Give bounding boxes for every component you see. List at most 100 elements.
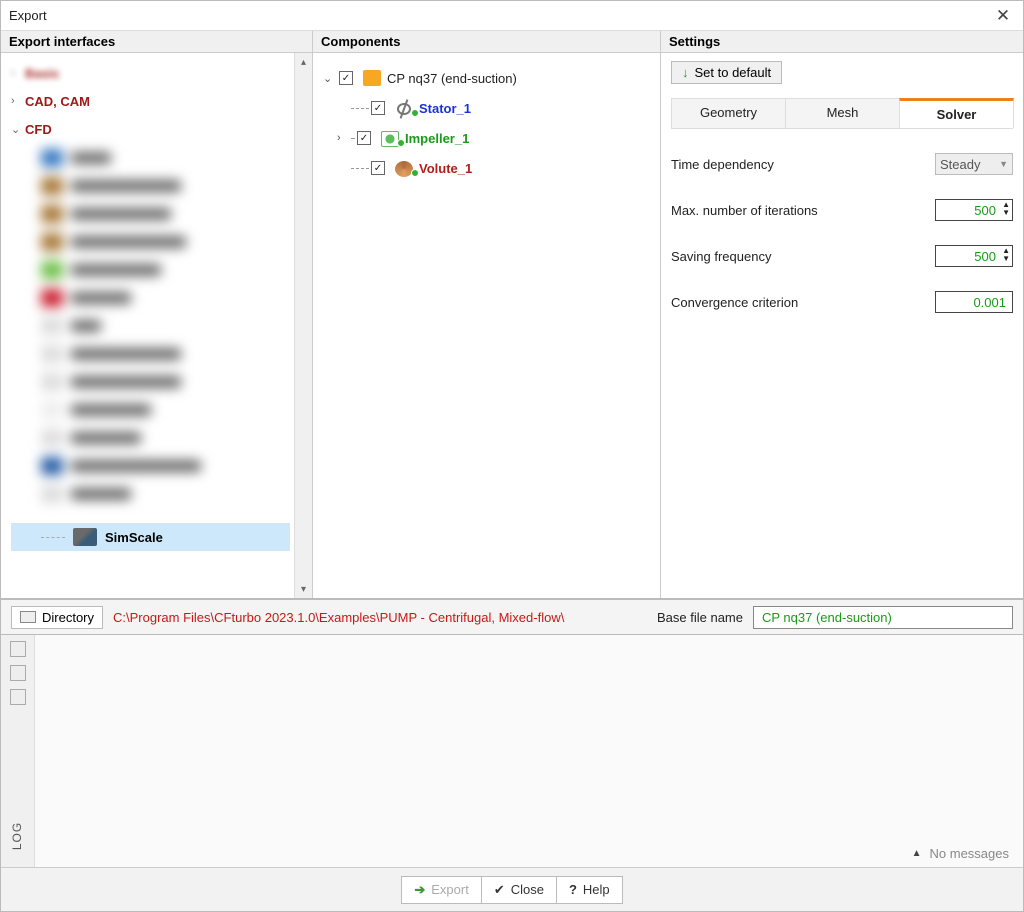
header-export-interfaces: Export interfaces <box>1 31 313 52</box>
button-label: Close <box>511 882 544 897</box>
status-ok-icon <box>397 139 405 147</box>
base-file-name-input[interactable]: CP nq37 (end-suction) <box>753 606 1013 629</box>
component-label: Impeller_1 <box>405 131 469 146</box>
status-ok-icon <box>411 169 419 177</box>
component-label: Volute_1 <box>419 161 472 176</box>
help-button[interactable]: ? Help <box>556 877 622 903</box>
settings-tabs: Geometry Mesh Solver <box>671 98 1013 129</box>
scrollbar[interactable]: ▴ ▾ <box>294 53 312 598</box>
expand-icon[interactable] <box>10 665 26 681</box>
button-label: Set to default <box>695 65 772 80</box>
dropdown-icon: ▼ <box>999 159 1008 169</box>
cfturbo-icon <box>363 70 381 86</box>
close-button[interactable]: ✔ Close <box>481 877 556 903</box>
tree-node-basic[interactable]: › Basic <box>11 59 294 87</box>
input-value: 0.001 <box>973 295 1006 310</box>
impeller-icon <box>381 131 399 147</box>
chevron-down-icon: ⌄ <box>11 123 25 136</box>
chevron-down-icon[interactable]: ⌄ <box>323 72 337 85</box>
checkbox[interactable]: ✓ <box>371 101 385 115</box>
copy-icon[interactable] <box>10 641 26 657</box>
select-value: Steady <box>940 157 980 172</box>
save-icon[interactable] <box>10 689 26 705</box>
status-ok-icon <box>411 109 419 117</box>
panel-headers: Export interfaces Components Settings <box>1 31 1023 53</box>
scroll-up-icon[interactable]: ▴ <box>301 53 306 71</box>
field-label: Saving frequency <box>671 249 935 264</box>
spinner-icon[interactable]: ▲▼ <box>1002 201 1010 217</box>
close-icon[interactable]: ✕ <box>991 6 1015 26</box>
base-file-name-label: Base file name <box>657 610 743 625</box>
interface-item-simscale[interactable]: SimScale <box>11 523 290 551</box>
component-impeller[interactable]: › ✓ Impeller_1 <box>323 123 660 153</box>
spinner-icon[interactable]: ▲▼ <box>1002 247 1010 263</box>
tab-geometry[interactable]: Geometry <box>671 98 786 128</box>
row-max-iterations: Max. number of iterations 500 ▲▼ <box>671 199 1013 221</box>
component-stator[interactable]: ✓ Stator_1 <box>323 93 660 123</box>
field-label: Convergence criterion <box>671 295 935 310</box>
interface-label: SimScale <box>105 530 163 545</box>
component-root[interactable]: ⌄ ✓ CP nq37 (end-suction) <box>323 63 660 93</box>
button-label: Help <box>583 882 610 897</box>
log-content: ▲ No messages <box>35 635 1023 867</box>
checkbox[interactable]: ✓ <box>371 161 385 175</box>
tree-node-cfd[interactable]: ⌄ CFD <box>11 115 294 143</box>
component-label: CP nq37 (end-suction) <box>387 71 517 86</box>
scroll-down-icon[interactable]: ▾ <box>301 580 306 598</box>
input-value: 500 <box>974 249 996 264</box>
header-settings: Settings <box>661 31 1023 52</box>
input-value: 500 <box>974 203 996 218</box>
chevron-right-icon[interactable]: › <box>337 132 351 144</box>
footer: ➔ Export ✔ Close ? Help <box>1 867 1023 911</box>
volute-icon <box>395 161 413 177</box>
convergence-input[interactable]: 0.001 <box>935 291 1013 313</box>
export-icon: ➔ <box>414 882 425 898</box>
time-dependency-select[interactable]: Steady ▼ <box>935 153 1013 175</box>
tab-mesh[interactable]: Mesh <box>785 98 900 128</box>
components-tree[interactable]: ⌄ ✓ CP nq37 (end-suction) ✓ Stator_1 › ✓… <box>313 53 660 183</box>
max-iterations-input[interactable]: 500 ▲▼ <box>935 199 1013 221</box>
saving-frequency-input[interactable]: 500 ▲▼ <box>935 245 1013 267</box>
button-label: Export <box>431 882 469 897</box>
chevron-right-icon: › <box>11 67 25 79</box>
checkbox[interactable]: ✓ <box>357 131 371 145</box>
log-toolbar: LOG <box>1 635 35 867</box>
row-time-dependency: Time dependency Steady ▼ <box>671 153 1013 175</box>
directory-button[interactable]: Directory <box>11 606 103 629</box>
stator-icon <box>395 101 413 117</box>
footer-button-group: ➔ Export ✔ Close ? Help <box>401 876 622 904</box>
input-value: CP nq37 (end-suction) <box>762 610 892 625</box>
blurred-interface-list <box>41 143 241 523</box>
simscale-icon <box>73 528 97 546</box>
component-label: Stator_1 <box>419 101 471 116</box>
row-convergence: Convergence criterion 0.001 <box>671 291 1013 313</box>
down-arrow-icon: ↓ <box>682 65 689 80</box>
checkbox[interactable]: ✓ <box>339 71 353 85</box>
button-label: Directory <box>42 610 94 625</box>
chevron-right-icon: › <box>11 95 25 107</box>
tab-solver[interactable]: Solver <box>899 98 1014 128</box>
title-bar: Export ✕ <box>1 1 1023 31</box>
row-saving-frequency: Saving frequency 500 ▲▼ <box>671 245 1013 267</box>
component-volute[interactable]: ✓ Volute_1 <box>323 153 660 183</box>
export-interfaces-panel: › Basic › CAD, CAM ⌄ CFD <box>1 53 313 598</box>
question-icon: ? <box>569 882 577 897</box>
check-icon: ✔ <box>494 882 505 898</box>
folder-icon <box>20 611 36 623</box>
directory-bar: Directory C:\Program Files\CFturbo 2023.… <box>1 599 1023 635</box>
main-panels: › Basic › CAD, CAM ⌄ CFD <box>1 53 1023 599</box>
directory-path: C:\Program Files\CFturbo 2023.1.0\Exampl… <box>113 610 564 625</box>
settings-panel: ↓ Set to default Geometry Mesh Solver Ti… <box>661 53 1023 598</box>
no-messages-status[interactable]: ▲ No messages <box>912 846 1009 861</box>
caret-up-icon: ▲ <box>912 848 922 859</box>
window-title: Export <box>9 8 991 23</box>
log-label: LOG <box>11 822 25 850</box>
interfaces-tree[interactable]: › Basic › CAD, CAM ⌄ CFD <box>1 53 294 598</box>
status-text: No messages <box>930 846 1009 861</box>
header-components: Components <box>313 31 661 52</box>
set-to-default-button[interactable]: ↓ Set to default <box>671 61 782 84</box>
export-button[interactable]: ➔ Export <box>402 877 480 903</box>
tree-node-cad-cam[interactable]: › CAD, CAM <box>11 87 294 115</box>
field-label: Max. number of iterations <box>671 203 935 218</box>
components-panel: ⌄ ✓ CP nq37 (end-suction) ✓ Stator_1 › ✓… <box>313 53 661 598</box>
